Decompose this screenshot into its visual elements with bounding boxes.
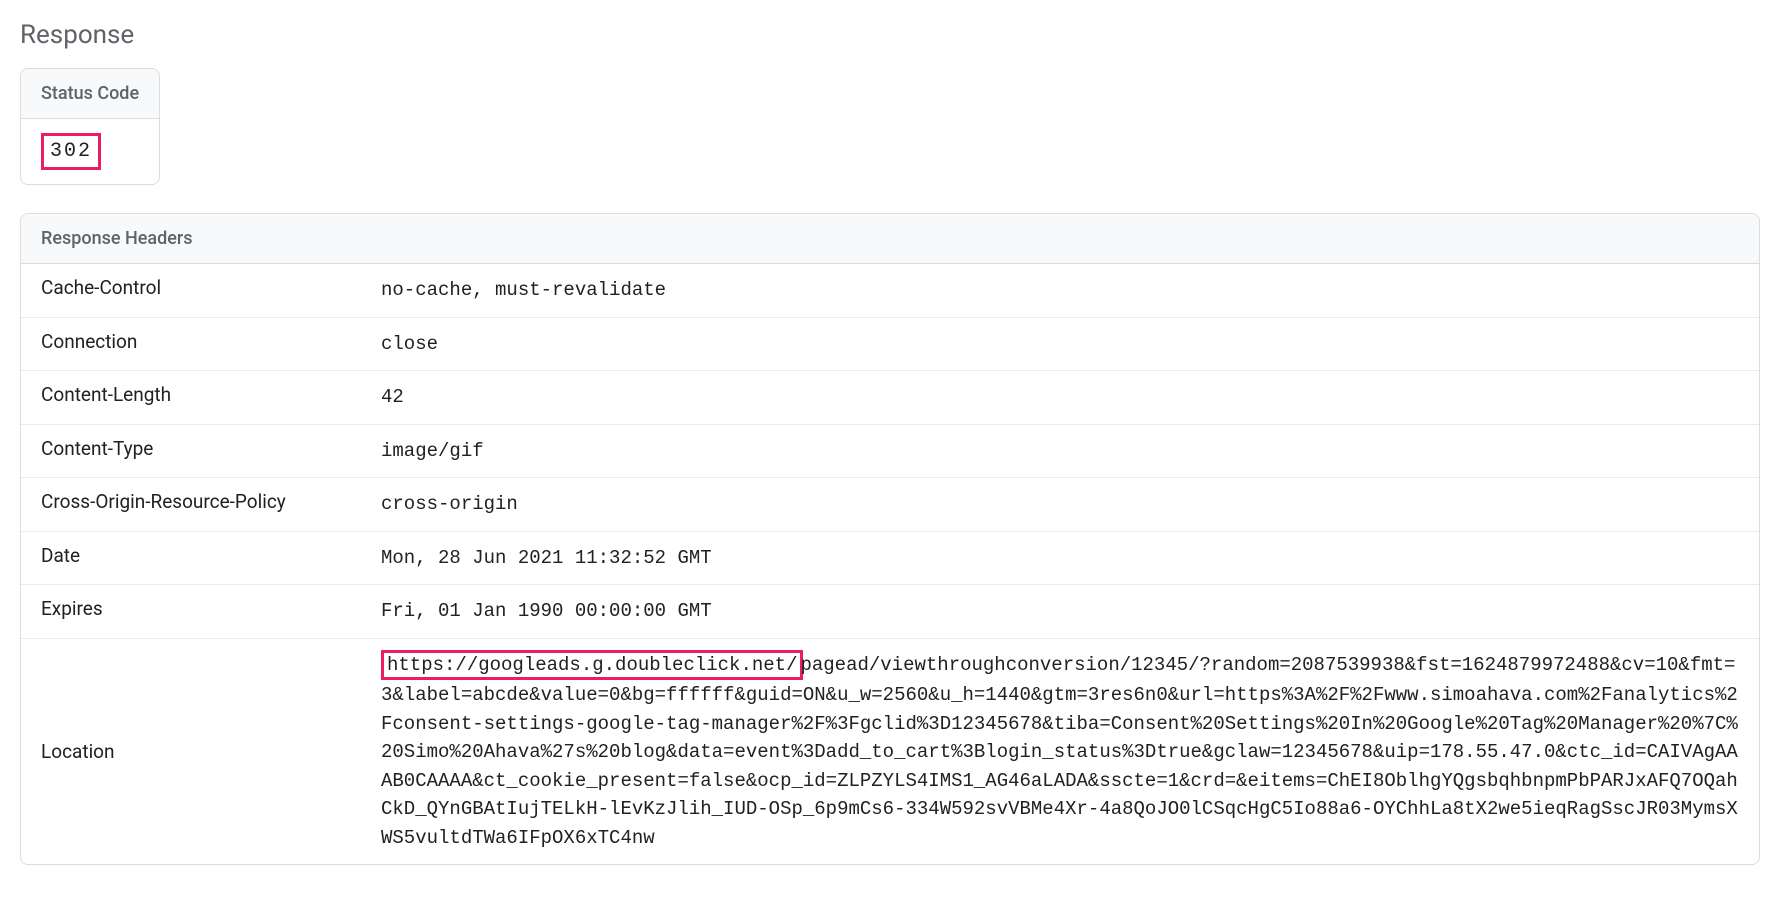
header-name: Connection bbox=[21, 318, 381, 365]
header-row: Cache-Control no-cache, must-revalidate bbox=[21, 264, 1759, 318]
status-code-body: 302 bbox=[21, 119, 159, 184]
header-value: Fri, 01 Jan 1990 00:00:00 GMT bbox=[381, 585, 1759, 638]
header-value: image/gif bbox=[381, 425, 1759, 478]
status-code-value: 302 bbox=[50, 140, 92, 163]
status-code-highlight: 302 bbox=[41, 133, 101, 170]
response-headers-panel: Response Headers Cache-Control no-cache,… bbox=[20, 213, 1760, 865]
header-value-location: https://googleads.g.doubleclick.net/page… bbox=[381, 639, 1759, 865]
header-value: close bbox=[381, 318, 1759, 371]
status-code-label: Status Code bbox=[21, 69, 159, 119]
header-row: Expires Fri, 01 Jan 1990 00:00:00 GMT bbox=[21, 585, 1759, 639]
header-name: Content-Length bbox=[21, 371, 381, 418]
header-name: Date bbox=[21, 532, 381, 579]
header-name-location: Location bbox=[21, 728, 381, 775]
header-name: Content-Type bbox=[21, 425, 381, 472]
response-headers-title: Response Headers bbox=[21, 214, 1759, 264]
header-name: Expires bbox=[21, 585, 381, 632]
response-section-title: Response bbox=[20, 20, 1760, 50]
location-rest: pagead/viewthroughconversion/12345/?rand… bbox=[381, 654, 1738, 849]
status-code-panel: Status Code 302 bbox=[20, 68, 160, 185]
header-value: no-cache, must-revalidate bbox=[381, 264, 1759, 317]
header-row: Content-Length 42 bbox=[21, 371, 1759, 425]
location-highlight-text: https://googleads.g.doubleclick.net/ bbox=[387, 654, 797, 676]
header-value: 42 bbox=[381, 371, 1759, 424]
header-row: Date Mon, 28 Jun 2021 11:32:52 GMT bbox=[21, 532, 1759, 586]
header-row: Connection close bbox=[21, 318, 1759, 372]
header-row: Cross-Origin-Resource-Policy cross-origi… bbox=[21, 478, 1759, 532]
header-row: Content-Type image/gif bbox=[21, 425, 1759, 479]
header-row-location: Location https://googleads.g.doubleclick… bbox=[21, 639, 1759, 865]
header-name: Cross-Origin-Resource-Policy bbox=[21, 478, 381, 525]
header-value: cross-origin bbox=[381, 478, 1759, 531]
header-name: Cache-Control bbox=[21, 264, 381, 311]
header-value: Mon, 28 Jun 2021 11:32:52 GMT bbox=[381, 532, 1759, 585]
location-highlight: https://googleads.g.doubleclick.net/ bbox=[381, 650, 803, 680]
